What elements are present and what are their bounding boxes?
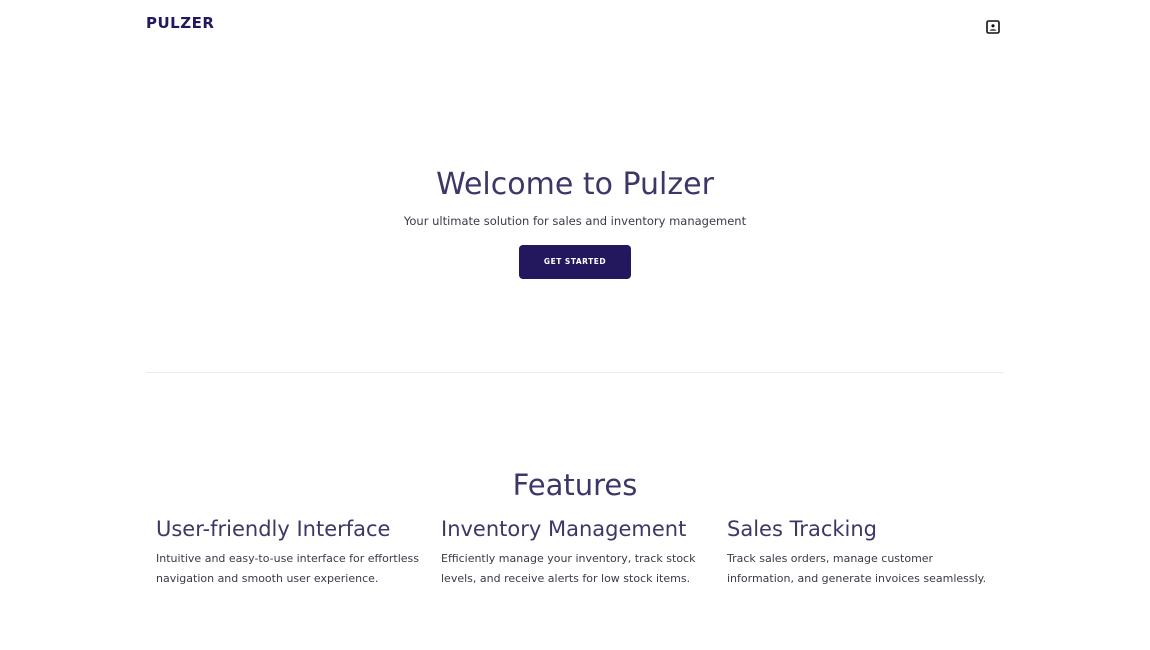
get-started-button[interactable]: GET STARTED bbox=[519, 245, 631, 279]
user-profile-icon bbox=[986, 20, 1000, 34]
features-section: Features User-friendly Interface Intuiti… bbox=[0, 466, 1150, 585]
feature-card-sales-tracking: Sales Tracking Track sales orders, manag… bbox=[727, 514, 997, 588]
feature-title: Inventory Management bbox=[441, 517, 687, 541]
features-title: Features bbox=[512, 468, 638, 502]
hero-title: Welcome to Pulzer bbox=[436, 167, 714, 202]
feature-title: Sales Tracking bbox=[727, 517, 877, 541]
feature-title: User-friendly Interface bbox=[156, 517, 391, 541]
feature-card-inventory-management: Inventory Management Efficiently manage … bbox=[441, 514, 711, 588]
feature-description: Efficiently manage your inventory, track… bbox=[441, 552, 696, 585]
hero-subtitle: Your ultimate solution for sales and inv… bbox=[403, 214, 747, 228]
section-divider bbox=[146, 372, 1004, 373]
hero-section: Welcome to Pulzer Your ultimate solution… bbox=[0, 165, 1150, 279]
brand-logo[interactable]: PULZER bbox=[146, 14, 214, 32]
feature-description: Intuitive and easy-to-use interface for … bbox=[156, 552, 419, 585]
top-navbar: PULZER bbox=[146, 14, 1004, 38]
feature-card-user-friendly-interface: User-friendly Interface Intuitive and ea… bbox=[156, 514, 426, 588]
landing-page: PULZER Welcome to Pulzer Your ultimate s… bbox=[0, 0, 1150, 650]
user-profile-button[interactable] bbox=[985, 19, 1001, 35]
feature-description: Track sales orders, manage customer info… bbox=[727, 552, 987, 585]
